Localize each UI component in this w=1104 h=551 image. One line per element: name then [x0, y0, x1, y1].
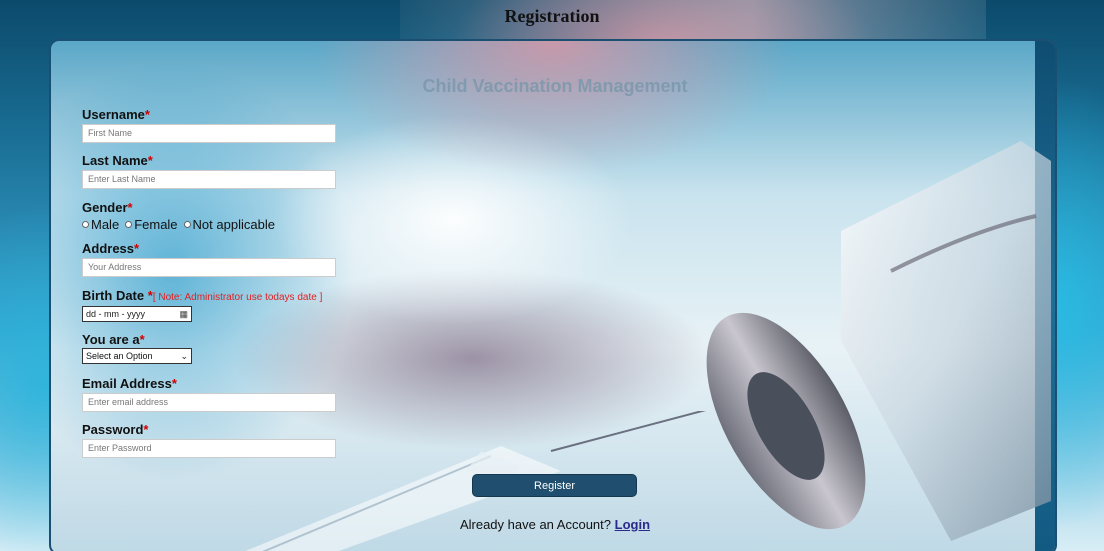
email-input[interactable]	[82, 392, 336, 412]
login-link[interactable]: Login	[615, 517, 650, 532]
chevron-down-icon: ⌄	[180, 350, 188, 361]
username-label: Username*	[82, 107, 150, 122]
page-title: Registration	[504, 6, 600, 26]
birth-date-note: [ Note: Administrator use todays date ]	[152, 292, 323, 303]
role-label: You are a*	[82, 332, 145, 347]
gender-group: Gender* Male Female Not applicable	[82, 200, 275, 232]
birth-date-group: Birth Date *[ Note: Administrator use to…	[82, 288, 382, 322]
radio-button[interactable]	[125, 220, 133, 228]
calendar-icon[interactable]: ▦	[179, 309, 188, 320]
password-input[interactable]	[82, 438, 336, 458]
register-button[interactable]: Register	[472, 474, 637, 497]
birth-date-input[interactable]: dd - mm - yyyy ▦	[82, 306, 192, 322]
last-name-label: Last Name*	[82, 153, 153, 168]
app-title: Child Vaccination Management	[422, 76, 688, 96]
radio-button[interactable]	[183, 220, 191, 228]
email-label: Email Address*	[82, 376, 177, 391]
registration-card: Child Vaccination Management Username* L…	[49, 39, 1057, 551]
password-label: Password*	[82, 422, 149, 437]
gender-radio-group: Male Female Not applicable	[82, 216, 275, 232]
birth-date-label: Birth Date *[ Note: Administrator use to…	[82, 288, 323, 303]
role-select[interactable]: Select an Option ⌄	[82, 348, 192, 364]
address-label: Address*	[82, 241, 140, 256]
username-input[interactable]	[82, 123, 336, 143]
gender-option-female[interactable]: Female	[125, 217, 178, 232]
email-group: Email Address*	[82, 376, 336, 412]
gender-option-not-applicable[interactable]: Not applicable	[183, 217, 275, 232]
username-group: Username*	[82, 107, 336, 143]
address-group: Address*	[82, 241, 336, 277]
gender-label: Gender*	[82, 200, 133, 215]
last-name-input[interactable]	[82, 169, 336, 189]
gender-option-male[interactable]: Male	[82, 217, 119, 232]
last-name-group: Last Name*	[82, 153, 336, 189]
password-group: Password*	[82, 422, 336, 458]
role-group: You are a* Select an Option ⌄	[82, 332, 192, 364]
address-input[interactable]	[82, 257, 336, 277]
radio-button[interactable]	[82, 220, 89, 228]
login-prompt: Already have an Account? Login	[459, 517, 651, 532]
